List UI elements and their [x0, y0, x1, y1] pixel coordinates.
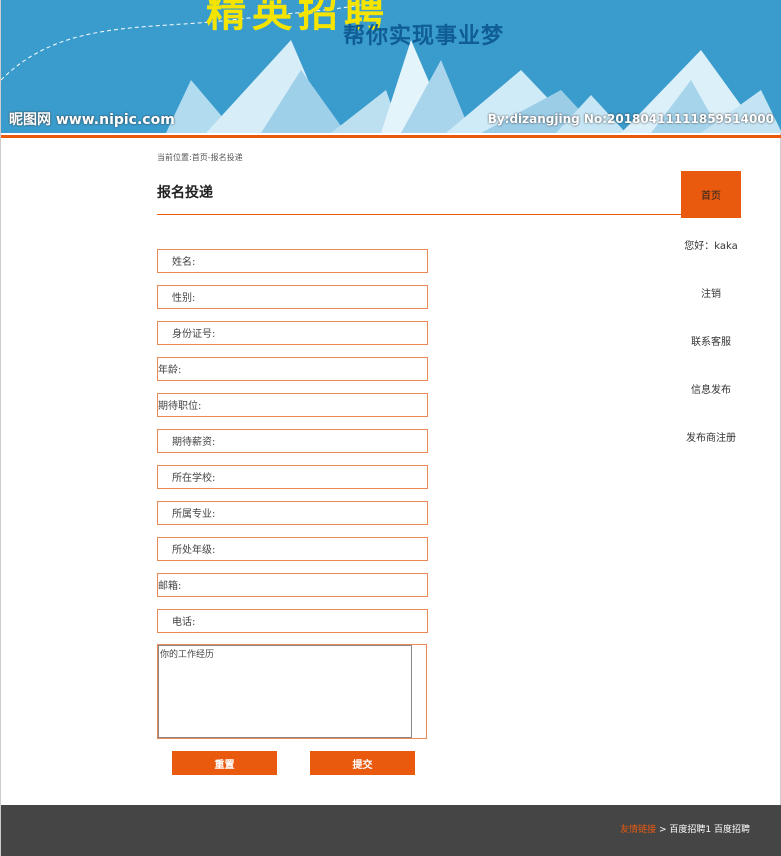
age-input[interactable]: [158, 359, 427, 382]
email-input[interactable]: [158, 575, 427, 598]
nav-greeting: 您好：kaka: [684, 241, 738, 252]
nav-contact-link[interactable]: 联系客服: [671, 333, 751, 348]
footer-links-label: 友情链接: [620, 825, 657, 835]
experience-field-box: [157, 644, 427, 739]
footer: 友情链接 > 百度招聘1 百度招聘: [1, 805, 781, 856]
gender-field-box: [157, 285, 428, 310]
submit-button[interactable]: 提交: [310, 751, 415, 775]
expected-position-field-box: [157, 393, 428, 418]
nav-logout-link[interactable]: 注销: [671, 285, 751, 300]
school-field-box: [157, 465, 428, 490]
footer-links: 友情链接 > 百度招聘1 百度招聘: [620, 822, 750, 835]
name-input[interactable]: [158, 251, 427, 274]
page: 精英招聘 帮你实现事业梦 昵图网 www.nipic.com By:dizang…: [0, 0, 781, 856]
major-field-box: [157, 501, 428, 526]
breadcrumb: 当前位置:首页-报名投递: [157, 153, 243, 162]
watermark-left: 昵图网 www.nipic.com: [9, 112, 175, 128]
experience-textarea[interactable]: [158, 645, 412, 738]
title-divider: [157, 214, 681, 215]
phone-field-box: [157, 609, 428, 634]
id-number-input[interactable]: [158, 323, 427, 346]
banner-slogan: 帮你实现事业梦: [343, 24, 505, 49]
school-input[interactable]: [158, 467, 427, 490]
nav-publish-link[interactable]: 信息发布: [671, 381, 751, 396]
major-input[interactable]: [158, 503, 427, 526]
expected-salary-input[interactable]: [158, 431, 427, 454]
header-banner: 精英招聘 帮你实现事业梦 昵图网 www.nipic.com By:dizang…: [1, 0, 781, 133]
banner-divider: [1, 135, 781, 138]
nav-publisher-register-link[interactable]: 发布商注册: [671, 429, 751, 444]
grade-input[interactable]: [158, 539, 427, 562]
grade-field-box: [157, 537, 428, 562]
watermark-right: By:dizangjing No:20180411111859514000: [487, 112, 774, 126]
expected-position-input[interactable]: [158, 395, 427, 418]
email-field-box: [157, 573, 428, 598]
id-number-field-box: [157, 321, 428, 346]
page-title: 报名投递: [157, 185, 213, 201]
age-field-box: [157, 357, 428, 382]
expected-salary-field-box: [157, 429, 428, 454]
footer-links-separator: >: [658, 825, 667, 835]
phone-input[interactable]: [158, 611, 427, 634]
gender-input[interactable]: [158, 287, 427, 310]
reset-button[interactable]: 重置: [172, 751, 277, 775]
nav-home-button[interactable]: 首页: [681, 171, 741, 218]
footer-link-items[interactable]: 百度招聘1 百度招聘: [669, 825, 750, 835]
name-field-box: [157, 249, 428, 274]
